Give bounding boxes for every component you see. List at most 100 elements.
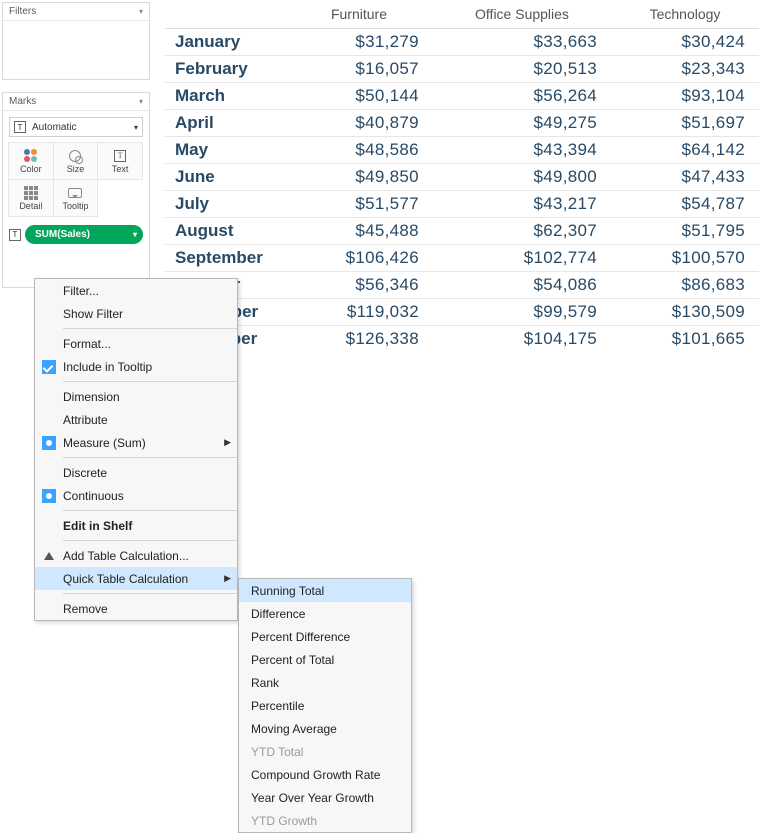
row-header[interactable]: January	[165, 29, 285, 56]
cell-value[interactable]: $40,879	[285, 110, 433, 137]
marks-detail-shelf[interactable]: Detail	[8, 179, 54, 217]
cell-value[interactable]: $101,665	[611, 326, 759, 353]
submenu-item-label: YTD Total	[251, 745, 393, 759]
row-header[interactable]: September	[165, 245, 285, 272]
menu-item[interactable]: Attribute	[35, 408, 237, 431]
menu-item[interactable]: Quick Table Calculation▶	[35, 567, 237, 590]
menu-item[interactable]: Format...	[35, 332, 237, 355]
menu-item[interactable]: Show Filter	[35, 302, 237, 325]
row-header[interactable]: July	[165, 191, 285, 218]
row-header[interactable]: April	[165, 110, 285, 137]
cell-value[interactable]: $99,579	[433, 299, 611, 326]
cell-value[interactable]: $51,577	[285, 191, 433, 218]
submenu-item[interactable]: Percentile	[239, 694, 411, 717]
submenu-item-label: Year Over Year Growth	[251, 791, 393, 805]
menu-item[interactable]: Edit in Shelf	[35, 514, 237, 537]
marks-size-shelf[interactable]: Size	[53, 142, 99, 180]
submenu-item[interactable]: Moving Average	[239, 717, 411, 740]
marks-cell-label: Color	[20, 164, 42, 174]
marks-type-select[interactable]: T Automatic ▾	[9, 117, 143, 137]
submenu-item[interactable]: Percent Difference	[239, 625, 411, 648]
table-row: September$106,426$102,774$100,570	[165, 245, 759, 272]
text-mark-icon: T	[14, 121, 26, 133]
menu-item-label: Dimension	[63, 390, 219, 404]
menu-item[interactable]: Include in Tooltip	[35, 355, 237, 378]
cell-value[interactable]: $56,264	[433, 83, 611, 110]
submenu-item[interactable]: Difference	[239, 602, 411, 625]
cell-value[interactable]: $56,346	[285, 272, 433, 299]
cell-value[interactable]: $30,424	[611, 29, 759, 56]
submenu-item[interactable]: Rank	[239, 671, 411, 694]
marks-color-shelf[interactable]: Color	[8, 142, 54, 180]
row-header[interactable]: August	[165, 218, 285, 245]
cell-value[interactable]: $62,307	[433, 218, 611, 245]
cell-value[interactable]: $23,343	[611, 56, 759, 83]
cell-value[interactable]: $102,774	[433, 245, 611, 272]
pill-label: SUM(Sales)	[35, 229, 90, 240]
cell-value[interactable]: $126,338	[285, 326, 433, 353]
cell-value[interactable]: $130,509	[611, 299, 759, 326]
submenu-item[interactable]: Compound Growth Rate	[239, 763, 411, 786]
cell-value[interactable]: $51,795	[611, 218, 759, 245]
menu-item[interactable]: Measure (Sum)▶	[35, 431, 237, 454]
cell-value[interactable]: $20,513	[433, 56, 611, 83]
cell-value[interactable]: $64,142	[611, 137, 759, 164]
menu-item[interactable]: Add Table Calculation...	[35, 544, 237, 567]
column-header[interactable]: Technology	[611, 2, 759, 29]
menu-item[interactable]: Remove	[35, 597, 237, 620]
cell-value[interactable]: $50,144	[285, 83, 433, 110]
marks-cell-label: Size	[67, 164, 85, 174]
cell-value[interactable]: $106,426	[285, 245, 433, 272]
pill-sum-sales[interactable]: SUM(Sales) ▾	[25, 225, 143, 244]
marks-cell-label: Detail	[19, 201, 42, 211]
row-header[interactable]: March	[165, 83, 285, 110]
cell-value[interactable]: $43,394	[433, 137, 611, 164]
cell-value[interactable]: $54,787	[611, 191, 759, 218]
menu-item[interactable]: Dimension	[35, 385, 237, 408]
table-row: March$50,144$56,264$93,104	[165, 83, 759, 110]
cell-value[interactable]: $48,586	[285, 137, 433, 164]
menu-item-label: Add Table Calculation...	[63, 549, 219, 563]
row-header[interactable]: May	[165, 137, 285, 164]
cell-value[interactable]: $51,697	[611, 110, 759, 137]
marks-text-shelf[interactable]: TText	[97, 142, 143, 180]
chevron-down-icon[interactable]: ▾	[139, 7, 143, 16]
menu-separator	[63, 457, 237, 458]
table-row: November$119,032$99,579$130,509	[165, 299, 759, 326]
menu-separator	[63, 328, 237, 329]
chevron-down-icon[interactable]: ▾	[139, 97, 143, 106]
menu-item[interactable]: Filter...	[35, 279, 237, 302]
cell-value[interactable]: $43,217	[433, 191, 611, 218]
submenu-item: YTD Total	[239, 740, 411, 763]
cell-value[interactable]: $31,279	[285, 29, 433, 56]
cell-value[interactable]: $54,086	[433, 272, 611, 299]
cell-value[interactable]: $119,032	[285, 299, 433, 326]
cell-value[interactable]: $100,570	[611, 245, 759, 272]
cell-value[interactable]: $104,175	[433, 326, 611, 353]
column-header[interactable]: Office Supplies	[433, 2, 611, 29]
submenu-item-label: Percentile	[251, 699, 393, 713]
submenu-arrow-icon: ▶	[224, 573, 231, 584]
marks-panel: Marks ▾ T Automatic ▾ ColorSizeTTextDeta…	[2, 92, 150, 288]
menu-item[interactable]: Discrete	[35, 461, 237, 484]
row-header[interactable]: June	[165, 164, 285, 191]
marks-tooltip-shelf[interactable]: Tooltip	[53, 179, 99, 217]
cell-value[interactable]: $16,057	[285, 56, 433, 83]
cell-value[interactable]: $45,488	[285, 218, 433, 245]
menu-item[interactable]: Continuous	[35, 484, 237, 507]
cell-value[interactable]: $47,433	[611, 164, 759, 191]
cell-value[interactable]: $49,800	[433, 164, 611, 191]
row-header[interactable]: February	[165, 56, 285, 83]
chevron-down-icon: ▾	[133, 230, 137, 239]
cell-value[interactable]: $49,850	[285, 164, 433, 191]
filters-title: Filters	[9, 6, 36, 17]
menu-item-label: Show Filter	[63, 307, 219, 321]
column-header[interactable]: Furniture	[285, 2, 433, 29]
cell-value[interactable]: $33,663	[433, 29, 611, 56]
submenu-item[interactable]: Running Total	[239, 579, 411, 602]
cell-value[interactable]: $93,104	[611, 83, 759, 110]
cell-value[interactable]: $86,683	[611, 272, 759, 299]
cell-value[interactable]: $49,275	[433, 110, 611, 137]
submenu-item[interactable]: Year Over Year Growth	[239, 786, 411, 809]
submenu-item[interactable]: Percent of Total	[239, 648, 411, 671]
